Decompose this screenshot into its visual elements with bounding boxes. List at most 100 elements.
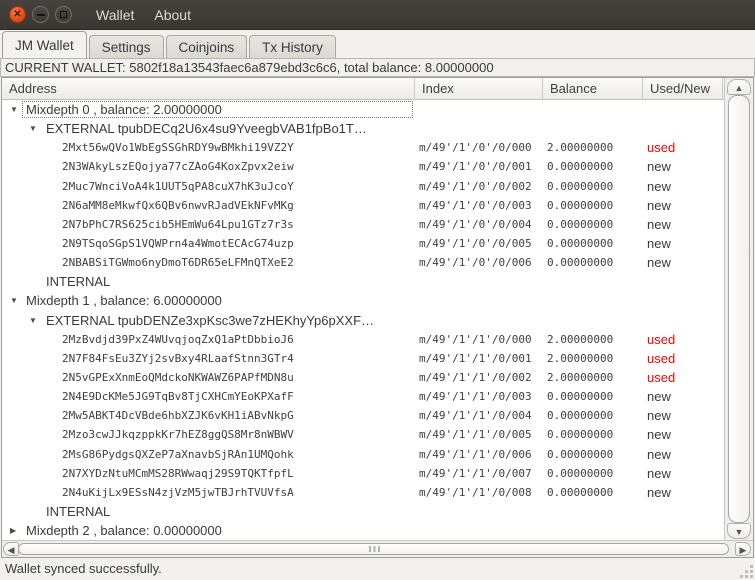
menu-about[interactable]: About: [144, 2, 201, 28]
resize-grip-icon[interactable]: [750, 575, 753, 578]
index-cell: m/49'/1'/1'/0/000: [419, 332, 532, 346]
focus-rect: [22, 101, 413, 118]
expanded-arrow-icon[interactable]: ▼: [10, 100, 18, 119]
index-cell: m/49'/1'/1'/0/005: [419, 428, 532, 442]
label-cell: Mixdepth 2 , balance: 0.00000000: [26, 523, 222, 539]
scroll-right-icon[interactable]: ▶: [735, 542, 751, 556]
horizontal-scrollbar-thumb[interactable]: [18, 543, 729, 555]
status-cell: new: [647, 178, 671, 194]
column-header-balance[interactable]: Balance: [543, 78, 643, 100]
scrollbar-grip-icon: [368, 546, 380, 552]
minimize-icon[interactable]: [32, 6, 49, 23]
tree-row[interactable]: 2N6aMM8eMkwfQx6QBv6nwvRJadVEkNFvMKg m/49'…: [2, 196, 724, 215]
index-cell: m/49'/1'/0'/0/006: [419, 256, 532, 270]
address-cell: 2N7F84FsEu3ZYj2svBxy4RLaafStnn3GTr4: [62, 351, 294, 365]
tree-row[interactable]: 2Mxt56wQVo1WbEgSSGhRDY9wBMkhi19VZ2Y m/49'…: [2, 138, 724, 157]
tab-settings[interactable]: Settings: [88, 35, 164, 58]
app-window: ✕ Wallet About JM Wallet Settings Coinjoins…: [0, 0, 755, 580]
tree-row[interactable]: ▶ Mixdepth 2 , balance: 0.00000000: [2, 521, 724, 540]
tree-row[interactable]: 2N7bPhC7RS625cib5HEmWu64Lpu1GTz7r3s m/49'…: [2, 215, 724, 234]
balance-cell: 2.00000000: [547, 351, 614, 365]
scroll-down-icon[interactable]: ▼: [727, 523, 751, 539]
close-icon[interactable]: ✕: [9, 6, 26, 23]
tab-tx-history[interactable]: Tx History: [249, 35, 336, 58]
balance-cell: 0.00000000: [547, 390, 614, 404]
index-cell: m/49'/1'/1'/0/003: [419, 390, 532, 404]
tree-row[interactable]: 2N5vGPExXnmEoQMdckoNKWAWZ6PAPfMDN8u m/49'…: [2, 368, 724, 387]
tree-row[interactable]: 2N3WAkyLszEQojya77cZAoG4KoxZpvx2eiw m/49'…: [2, 157, 724, 176]
index-cell: m/49'/1'/0'/0/005: [419, 236, 532, 250]
tree-row[interactable]: ▼ Mixdepth 0 , balance: 2.00000000: [2, 100, 724, 119]
address-cell: 2Mxt56wQVo1WbEgSSGhRDY9wBMkhi19VZ2Y: [62, 141, 294, 155]
status-cell: used: [647, 331, 676, 347]
balance-cell: 2.00000000: [547, 370, 614, 384]
tree-row[interactable]: INTERNAL: [2, 272, 724, 291]
vertical-scrollbar[interactable]: ▲ ▼: [724, 78, 753, 540]
tree-row[interactable]: 2NBABSiTGWmo6nyDmoT6DR65eLFMnQTXeE2 m/49'…: [2, 253, 724, 272]
tab-jm-wallet[interactable]: JM Wallet: [2, 31, 87, 58]
status-cell: new: [647, 389, 671, 405]
expanded-arrow-icon[interactable]: ▼: [10, 291, 18, 310]
column-header-address[interactable]: Address: [2, 78, 415, 100]
balance-cell: 0.00000000: [547, 256, 614, 270]
tree-row[interactable]: 2Mw5ABKT4DcVBde6hbXZJK6vKH1iABvNkpG m/49'…: [2, 406, 724, 425]
balance-cell: 0.00000000: [547, 428, 614, 442]
tree-header: Address Index Balance Used/New: [2, 78, 753, 100]
tree-row[interactable]: 2Mzo3cwJJkqzppkKr7hEZ8ggQS8Mr8nWBWV m/49'…: [2, 425, 724, 444]
status-bar: Wallet synced successfully.: [0, 558, 755, 580]
address-cell: 2MsG86PydgsQXZeP7aXnavbSjRAn1UMQohk: [62, 447, 294, 461]
status-cell: new: [647, 159, 671, 175]
tree-row[interactable]: ▼ Mixdepth 1 , balance: 6.00000000: [2, 291, 724, 310]
address-cell: 2N5vGPExXnmEoQMdckoNKWAWZ6PAPfMDN8u: [62, 370, 294, 384]
vertical-scrollbar-thumb[interactable]: [728, 95, 750, 523]
index-cell: m/49'/1'/1'/0/006: [419, 447, 532, 461]
tree-row[interactable]: ▼ EXTERNAL tpubDECq2U6x4su9YveegbVAB1fpBo…: [2, 119, 724, 138]
tree-row[interactable]: 2N4uKijLx9ESsN4zjVzM5jwTBJrhTVUVfsA m/49'…: [2, 483, 724, 502]
wallet-info-bar: CURRENT WALLET: 5802f18a13543faec6a879eb…: [0, 58, 755, 77]
address-cell: 2N6aMM8eMkwfQx6QBv6nwvRJadVEkNFvMKg: [62, 198, 294, 212]
wallet-tree: Address Index Balance Used/New ▼ Mixdepth 0 …: [1, 77, 754, 558]
tree-row[interactable]: 2N7XYDzNtuMCmMS28RWwaqj29S9TQKTfpfL m/49'…: [2, 464, 724, 483]
index-cell: m/49'/1'/0'/0/003: [419, 198, 532, 212]
tree-row[interactable]: INTERNAL: [2, 502, 724, 521]
tree-row[interactable]: 2N7F84FsEu3ZYj2svBxy4RLaafStnn3GTr4 m/49'…: [2, 349, 724, 368]
balance-cell: 0.00000000: [547, 179, 614, 193]
balance-cell: 0.00000000: [547, 236, 614, 250]
address-cell: 2N9TSqoSGpS1VQWPrn4a4WmotECAcG74uzp: [62, 236, 294, 250]
tree-row[interactable]: ▼ EXTERNAL tpubDENZe3xpKsc3we7zHEKhyYp6pX…: [2, 311, 724, 330]
label-cell: INTERNAL: [46, 274, 111, 290]
tree-row[interactable]: 2N4E9DcKMe5JG9TqBv8TjCXHCmYEoKPXafF m/49'…: [2, 387, 724, 406]
balance-cell: 2.00000000: [547, 332, 614, 346]
label-cell: INTERNAL: [46, 503, 111, 519]
tab-coinjoins[interactable]: Coinjoins: [165, 35, 248, 58]
label-cell: Mixdepth 1 , balance: 6.00000000: [26, 293, 222, 309]
balance-cell: 0.00000000: [547, 447, 614, 461]
expanded-arrow-icon[interactable]: ▼: [29, 311, 37, 330]
address-cell: 2NBABSiTGWmo6nyDmoT6DR65eLFMnQTXeE2: [62, 256, 294, 270]
address-cell: 2N7XYDzNtuMCmMS28RWwaqj29S9TQKTfpfL: [62, 466, 294, 480]
expanded-arrow-icon[interactable]: ▼: [29, 119, 37, 138]
scroll-left-icon[interactable]: ◀: [3, 542, 19, 556]
column-header-used-new[interactable]: Used/New: [643, 78, 723, 100]
tree-row[interactable]: 2MzBvdjd39PxZ4WUvqjoqZxQ1aPtDbbioJ6 m/49'…: [2, 330, 724, 349]
address-cell: 2MzBvdjd39PxZ4WUvqjoqZxQ1aPtDbbioJ6: [62, 332, 294, 346]
horizontal-scrollbar[interactable]: ◀ ▶: [2, 540, 753, 557]
address-cell: 2Muc7WnciVoA4k1UUT5qPA8cuX7hK3uJcoY: [62, 179, 294, 193]
tree-row[interactable]: 2Muc7WnciVoA4k1UUT5qPA8cuX7hK3uJcoY m/49'…: [2, 177, 724, 196]
address-cell: 2Mw5ABKT4DcVBde6hbXZJK6vKH1iABvNkpG: [62, 409, 294, 423]
column-header-index[interactable]: Index: [415, 78, 543, 100]
status-text: Wallet synced successfully.: [5, 561, 162, 576]
index-cell: m/49'/1'/1'/0/002: [419, 370, 532, 384]
maximize-icon[interactable]: [55, 6, 72, 23]
status-cell: new: [647, 446, 671, 462]
menu-wallet[interactable]: Wallet: [86, 2, 144, 28]
balance-cell: 2.00000000: [547, 141, 614, 155]
status-cell: new: [647, 427, 671, 443]
tab-bar: JM Wallet Settings Coinjoins Tx History: [0, 31, 755, 58]
tree-row[interactable]: 2MsG86PydgsQXZeP7aXnavbSjRAn1UMQohk m/49'…: [2, 445, 724, 464]
scroll-up-icon[interactable]: ▲: [727, 79, 751, 95]
address-cell: 2N4E9DcKMe5JG9TqBv8TjCXHCmYEoKPXafF: [62, 390, 294, 404]
collapsed-arrow-icon[interactable]: ▶: [10, 521, 16, 540]
balance-cell: 0.00000000: [547, 466, 614, 480]
tree-row[interactable]: 2N9TSqoSGpS1VQWPrn4a4WmotECAcG74uzp m/49'…: [2, 234, 724, 253]
